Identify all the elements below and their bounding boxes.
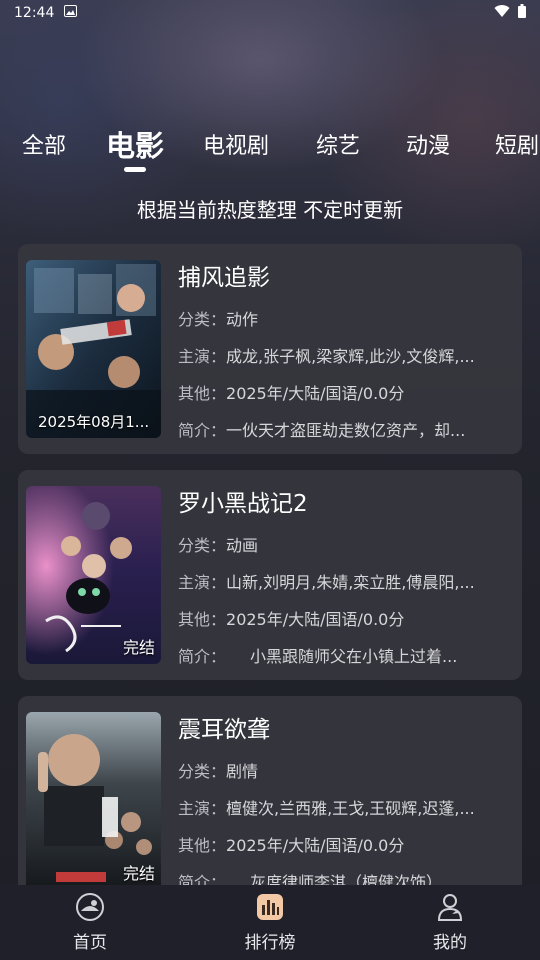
tab-movie[interactable]: 电影 <box>106 123 164 165</box>
list-item[interactable]: 完结 震耳欲聋 分类：剧情 主演：檀健次,兰西雅,王戈,王砚辉,迟蓬,... 其… <box>18 696 522 885</box>
nav-mine[interactable]: 我的 <box>360 885 540 960</box>
wifi-icon <box>494 4 510 22</box>
cast-row: 主演：成龙,张子枫,梁家辉,此沙,文俊辉,... <box>178 347 475 366</box>
tab-anime[interactable]: 动漫 <box>406 128 450 160</box>
status-bar: 12:44 <box>0 0 540 26</box>
bottom-navigation: 首页 排行榜 我的 <box>0 885 540 960</box>
list-item[interactable]: 完结 罗小黑战记2 分类：动画 主演：山新,刘明月,朱婧,栾立胜,傅晨阳,...… <box>18 470 522 680</box>
intro-row: 简介：一伙天才盗匪劫走数亿资产，却... <box>178 421 466 440</box>
category-tabs: 全部 电影 电视剧 综艺 动漫 短剧 <box>0 120 540 170</box>
release-date-badge: 2025年08月1... <box>38 413 150 431</box>
gallery-notification-icon <box>64 5 78 21</box>
nav-home-label: 首页 <box>73 933 107 953</box>
movie-title: 捕风追影 <box>178 265 270 291</box>
category-row: 分类：动画 <box>178 536 259 555</box>
home-icon <box>76 893 104 921</box>
tab-tv-series[interactable]: 电视剧 <box>203 128 269 160</box>
profile-icon <box>437 894 463 921</box>
other-row: 其他：2025年/大陆/国语/0.0分 <box>178 836 405 855</box>
cast-row: 主演：檀健次,兰西雅,王戈,王砚辉,迟蓬,... <box>178 799 475 818</box>
movie-title: 震耳欲聋 <box>178 717 270 743</box>
category-row: 分类：剧情 <box>178 762 259 781</box>
nav-mine-label: 我的 <box>433 933 467 953</box>
nav-ranking[interactable]: 排行榜 <box>180 885 360 960</box>
movie-title: 罗小黑战记2 <box>178 491 308 517</box>
nav-home[interactable]: 首页 <box>0 885 180 960</box>
active-tab-indicator <box>124 167 146 172</box>
poster-image: 完结 <box>26 712 161 885</box>
battery-icon <box>518 4 526 22</box>
poster-image: 完结 <box>26 486 161 664</box>
tab-variety[interactable]: 综艺 <box>316 128 360 160</box>
other-row: 其他：2025年/大陆/国语/0.0分 <box>178 384 405 403</box>
status-time: 12:44 <box>14 5 55 21</box>
ranking-chart-icon <box>257 894 283 920</box>
intro-row: 简介： 灰度律师李淇（檀健次饰）... <box>178 873 458 885</box>
ranking-subtitle: 根据当前热度整理 不定时更新 <box>136 198 404 222</box>
list-item[interactable]: 2025年08月1... 捕风追影 分类：动作 主演：成龙,张子枫,梁家辉,此沙… <box>18 244 522 454</box>
tab-all[interactable]: 全部 <box>22 128 66 160</box>
status-badge: 完结 <box>122 638 155 657</box>
status-badge: 完结 <box>122 864 155 883</box>
poster-image: 2025年08月1... <box>26 260 161 438</box>
intro-row: 简介： 小黑跟随师父在小镇上过着... <box>178 647 458 666</box>
tab-short-drama[interactable]: 短剧 <box>495 128 539 160</box>
ranking-list[interactable]: 2025年08月1... 捕风追影 分类：动作 主演：成龙,张子枫,梁家辉,此沙… <box>0 244 540 885</box>
other-row: 其他：2025年/大陆/国语/0.0分 <box>178 610 405 629</box>
category-row: 分类：动作 <box>178 310 259 329</box>
cast-row: 主演：山新,刘明月,朱婧,栾立胜,傅晨阳,... <box>178 573 475 592</box>
nav-ranking-label: 排行榜 <box>244 933 296 953</box>
